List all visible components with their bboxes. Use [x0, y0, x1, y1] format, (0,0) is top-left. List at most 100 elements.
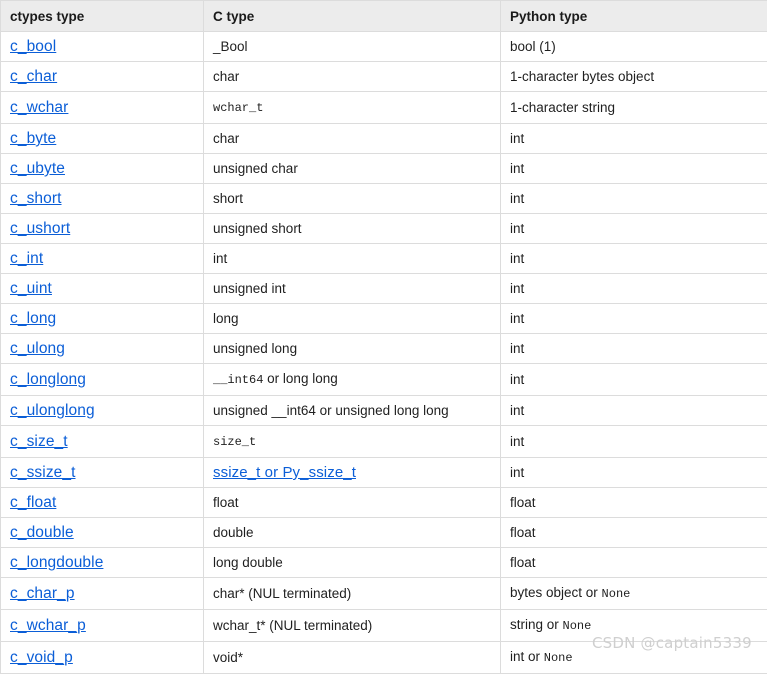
c-type-link[interactable]: ssize_t or Py_ssize_t [213, 464, 356, 481]
cell-python-type: int [501, 426, 767, 458]
cell-python-type: int [501, 334, 767, 364]
table-row: c_void_pvoid*int or None [1, 642, 767, 674]
ctypes-type-link[interactable]: c_float [10, 494, 56, 511]
python-type-text: bytes object or [510, 585, 602, 600]
cell-python-type: bytes object or None [501, 578, 767, 610]
c-type-text: char [213, 69, 239, 84]
cell-python-type: int [501, 244, 767, 274]
cell-python-type: int [501, 458, 767, 488]
ctypes-type-link[interactable]: c_bool [10, 38, 56, 55]
cell-python-type: int [501, 304, 767, 334]
ctypes-type-link[interactable]: c_ushort [10, 220, 70, 237]
ctypes-type-link[interactable]: c_double [10, 524, 74, 541]
python-type-text: int [510, 131, 524, 146]
ctypes-type-link[interactable]: c_wchar [10, 99, 68, 116]
ctypes-type-link[interactable]: c_byte [10, 130, 56, 147]
python-type-text: int [510, 311, 524, 326]
table-row: c_longdouble long double float [1, 548, 767, 578]
table-row: c_uint unsigned int int [1, 274, 767, 304]
ctypes-type-link[interactable]: c_ubyte [10, 160, 65, 177]
ctypes-type-link[interactable]: c_int [10, 250, 43, 267]
cell-python-type: int [501, 396, 767, 426]
python-type-text: int [510, 341, 524, 356]
c-type-text: unsigned int [213, 281, 286, 296]
c-type-code: size_t [213, 435, 256, 449]
cell-c-type: unsigned char [204, 154, 501, 184]
ctypes-type-link[interactable]: c_ulong [10, 340, 65, 357]
table-row: c_short short int [1, 184, 767, 214]
python-type-code: None [563, 619, 592, 633]
cell-python-type: int or None [501, 642, 767, 674]
table-row: c_wcharwchar_t1-character string [1, 92, 767, 124]
ctypes-type-link[interactable]: c_char [10, 68, 57, 85]
cell-ctypes-type: c_int [1, 244, 204, 274]
python-type-code: None [602, 587, 631, 601]
cell-c-type: ssize_t or Py_ssize_t [204, 458, 501, 488]
python-type-text: bool (1) [510, 39, 556, 54]
c-type-text: unsigned long [213, 341, 297, 356]
cell-c-type: unsigned __int64 or unsigned long long [204, 396, 501, 426]
table-row: c_char_p char* (NUL terminated) bytes obje… [1, 578, 767, 610]
cell-python-type: string or None [501, 610, 767, 642]
python-type-text: int [510, 161, 524, 176]
ctypes-type-mapping-table: ctypes type C type Python type c_bool_Bo… [0, 0, 767, 674]
python-type-code: None [544, 651, 573, 665]
cell-c-type: short [204, 184, 501, 214]
table-row: c_intintint [1, 244, 767, 274]
table-row: c_ubyte unsigned char int [1, 154, 767, 184]
ctypes-type-link[interactable]: c_short [10, 190, 62, 207]
ctypes-type-link[interactable]: c_uint [10, 280, 52, 297]
cell-c-type: size_t [204, 426, 501, 458]
ctypes-type-link[interactable]: c_ssize_t [10, 464, 76, 481]
cell-python-type: float [501, 548, 767, 578]
table-row: c_bool _Bool bool (1) [1, 32, 767, 62]
c-type-text: _Bool [213, 39, 248, 54]
cell-python-type: int [501, 184, 767, 214]
cell-ctypes-type: c_void_p [1, 642, 204, 674]
c-type-text: unsigned char [213, 161, 298, 176]
cell-c-type: unsigned int [204, 274, 501, 304]
cell-ctypes-type: c_ulong [1, 334, 204, 364]
c-type-text: or long long [263, 371, 337, 386]
cell-python-type: int [501, 154, 767, 184]
ctypes-type-link[interactable]: c_char_p [10, 585, 75, 602]
table-row: c_ushort unsigned short int [1, 214, 767, 244]
python-type-text: int [510, 191, 524, 206]
cell-ctypes-type: c_wchar [1, 92, 204, 124]
c-type-text: char* (NUL terminated) [213, 586, 351, 601]
python-type-text: int [510, 221, 524, 236]
c-type-text: double [213, 525, 254, 540]
ctypes-type-link[interactable]: c_ulonglong [10, 402, 95, 419]
python-type-text: float [510, 555, 536, 570]
cell-ctypes-type: c_short [1, 184, 204, 214]
cell-python-type: bool (1) [501, 32, 767, 62]
cell-ctypes-type: c_longlong [1, 364, 204, 396]
cell-ctypes-type: c_ulonglong [1, 396, 204, 426]
cell-c-type: long double [204, 548, 501, 578]
cell-python-type: int [501, 274, 767, 304]
cell-c-type: float [204, 488, 501, 518]
cell-c-type: unsigned short [204, 214, 501, 244]
cell-ctypes-type: c_char_p [1, 578, 204, 610]
python-type-text: string or [510, 617, 563, 632]
c-type-text: unsigned short [213, 221, 302, 236]
c-type-text: unsigned __int64 or unsigned long long [213, 403, 449, 418]
ctypes-type-link[interactable]: c_wchar_p [10, 617, 86, 634]
column-header-ctypes-type: ctypes type [1, 1, 204, 32]
cell-c-type: wchar_t* (NUL terminated) [204, 610, 501, 642]
cell-c-type: char [204, 62, 501, 92]
cell-ctypes-type: c_char [1, 62, 204, 92]
table-row: c_doubledoublefloat [1, 518, 767, 548]
cell-c-type: double [204, 518, 501, 548]
ctypes-type-link[interactable]: c_long [10, 310, 56, 327]
ctypes-type-link[interactable]: c_size_t [10, 433, 68, 450]
cell-ctypes-type: c_longdouble [1, 548, 204, 578]
cell-c-type: wchar_t [204, 92, 501, 124]
ctypes-type-link[interactable]: c_longlong [10, 371, 86, 388]
python-type-text: 1-character bytes object [510, 69, 654, 84]
ctypes-type-link[interactable]: c_longdouble [10, 554, 103, 571]
python-type-text: int or [510, 649, 544, 664]
table-row: c_floatfloatfloat [1, 488, 767, 518]
column-header-c-type: C type [204, 1, 501, 32]
ctypes-type-link[interactable]: c_void_p [10, 649, 73, 666]
